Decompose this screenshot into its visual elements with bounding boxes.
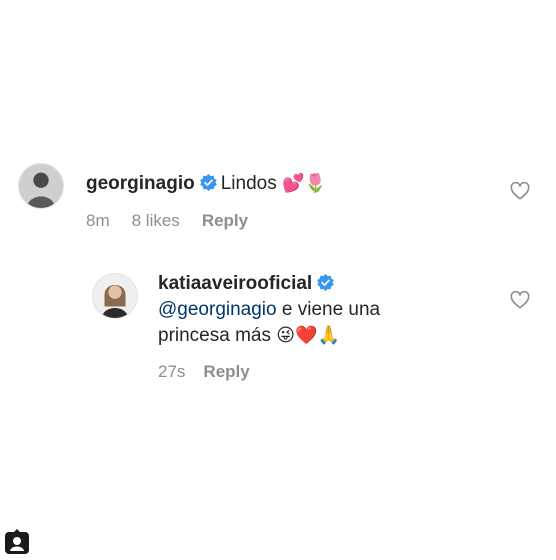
comment-text-line: @georginagio e viene una xyxy=(158,298,380,322)
like-heart-icon[interactable] xyxy=(510,291,530,309)
comment-meta: 8m 8 likes Reply xyxy=(86,210,270,232)
comment-meta: 27s Reply xyxy=(158,361,268,383)
avatar-katiaaveirooficial[interactable] xyxy=(92,273,138,319)
tagged-user-icon[interactable] xyxy=(4,529,30,555)
reply-button[interactable]: Reply xyxy=(202,211,248,230)
timestamp: 27s xyxy=(158,362,186,381)
mention-link[interactable]: @georginagio xyxy=(158,299,277,320)
user-photo-icon xyxy=(19,164,63,208)
timestamp: 8m xyxy=(86,211,110,230)
comment-body: katiaaveirooficial xyxy=(158,272,338,296)
user-photo-icon xyxy=(93,274,137,318)
avatar-georginagio[interactable] xyxy=(18,163,64,209)
comment-text: princesa más xyxy=(158,325,271,346)
comment-emojis: 💕🌷 xyxy=(282,173,327,194)
username[interactable]: katiaaveirooficial xyxy=(158,273,312,294)
comment-text-line: princesa más 😜❤️🙏 xyxy=(158,324,340,348)
comment-emojis: 😜❤️🙏 xyxy=(276,325,340,346)
verified-badge-icon xyxy=(317,274,335,291)
comment-body: georginagio Lindos 💕🌷 xyxy=(86,172,327,196)
verified-badge-icon xyxy=(199,174,217,191)
comment-text: Lindos xyxy=(220,173,277,194)
like-heart-icon[interactable] xyxy=(510,182,530,200)
likes-count[interactable]: 8 likes xyxy=(132,211,180,230)
reply-button[interactable]: Reply xyxy=(203,362,249,381)
comment-text: e viene una xyxy=(281,299,381,320)
username[interactable]: georginagio xyxy=(86,173,195,194)
